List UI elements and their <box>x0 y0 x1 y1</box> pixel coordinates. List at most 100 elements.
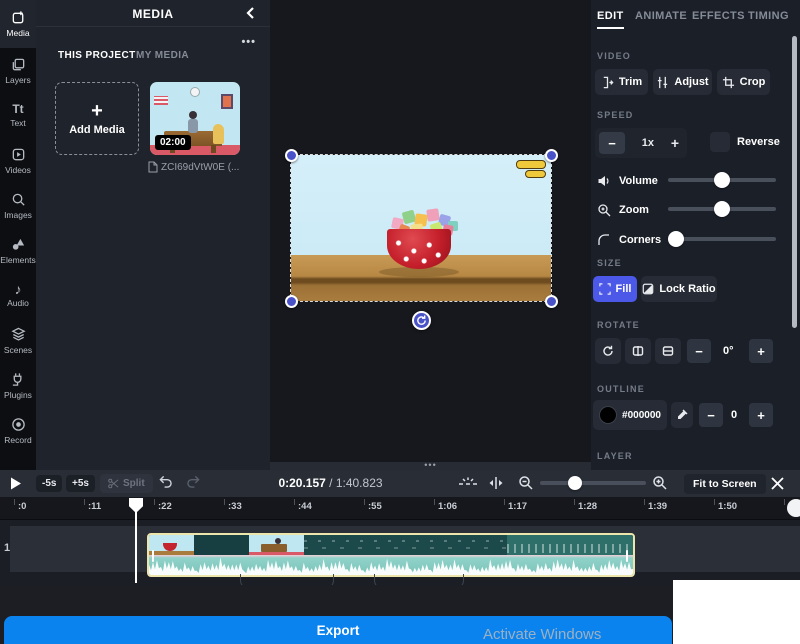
clip-frame <box>149 535 194 555</box>
snap-toggle-icon[interactable] <box>458 475 478 491</box>
sidebar-item-record[interactable]: Record <box>0 408 36 453</box>
tab-effects[interactable]: EFFECTS <box>692 10 745 22</box>
speed-minus-button[interactable]: − <box>599 132 625 154</box>
thumb-character <box>188 119 198 133</box>
ruler-tick: :11 <box>88 501 101 512</box>
adjust-icon <box>656 76 669 89</box>
rotate-arrow-icon <box>602 345 614 357</box>
crop-button[interactable]: Crop <box>717 69 770 95</box>
clip-trim-handle-left[interactable] <box>152 550 154 562</box>
close-timeline-icon[interactable] <box>770 476 785 491</box>
zoom-slider-thumb[interactable] <box>714 201 730 217</box>
outline-minus-button[interactable]: − <box>699 403 723 427</box>
timeline-zoom-slider[interactable] <box>540 476 646 490</box>
tab-my-media[interactable]: MY MEDIA <box>136 50 189 61</box>
zoom-in-icon[interactable] <box>652 475 667 490</box>
add-media-button[interactable]: + Add Media <box>55 82 139 155</box>
reverse-checkbox[interactable] <box>710 132 730 152</box>
section-outline: OUTLINE <box>597 384 645 394</box>
media-panel: MEDIA ••• THIS PROJECT MY MEDIA + Add Me… <box>36 0 270 470</box>
outline-plus-button[interactable]: + <box>749 403 773 427</box>
outline-color-button[interactable]: #000000 <box>593 400 667 430</box>
tab-animate[interactable]: ANIMATE <box>635 10 687 22</box>
ruler-tick: 1:50 <box>718 501 737 512</box>
split-view-icon[interactable] <box>487 475 505 491</box>
watermark-logo <box>516 160 546 169</box>
section-speed: SPEED <box>597 110 634 120</box>
sidebar-item-text[interactable]: Tt Text <box>0 93 36 138</box>
play-button[interactable] <box>10 477 22 490</box>
sidebar-item-layers[interactable]: Layers <box>0 48 36 93</box>
inspector-scrollbar[interactable] <box>792 36 797 328</box>
sidebar-item-audio[interactable]: ♪ Audio <box>0 273 36 318</box>
tab-timing[interactable]: TIMING <box>748 10 789 22</box>
skip-forward-button[interactable]: +5s <box>66 475 95 492</box>
rotate-icon <box>416 315 427 326</box>
corners-slider[interactable] <box>668 231 776 247</box>
clip-waveform <box>149 555 633 575</box>
sidebar-item-images[interactable]: Images <box>0 183 36 228</box>
rotate-90-button[interactable] <box>595 338 621 364</box>
corners-slider-thumb[interactable] <box>668 231 684 247</box>
ruler-tick: :0 <box>18 501 26 512</box>
rotate-plus-button[interactable]: + <box>749 339 773 363</box>
ruler-tick: :22 <box>158 501 172 512</box>
lock-ratio-button[interactable]: Lock Ratio <box>641 276 717 302</box>
video-preview[interactable] <box>291 155 551 301</box>
sidebar-item-media[interactable]: Media <box>0 0 36 48</box>
activate-windows-watermark: Activate Windows <box>483 626 601 643</box>
tool-rail: Media Layers Tt Text Videos Images Eleme… <box>0 0 36 470</box>
selection-handle-bottom-right[interactable] <box>545 295 558 308</box>
zoom-label: Zoom <box>619 204 649 216</box>
ruler-tick: 1:28 <box>578 501 597 512</box>
clip-trim-handle-right[interactable] <box>626 550 628 562</box>
flip-vertical-button[interactable] <box>655 338 681 364</box>
ruler-scroll-thumb[interactable] <box>787 499 800 517</box>
zoom-out-icon[interactable] <box>518 475 533 490</box>
sidebar-item-plugins[interactable]: Plugins <box>0 363 36 408</box>
rotate-minus-button[interactable]: − <box>687 339 711 363</box>
zoom-slider[interactable] <box>668 201 776 217</box>
eyedropper-button[interactable] <box>671 402 693 428</box>
section-layer: LAYER <box>597 451 633 461</box>
skip-back-button[interactable]: -5s <box>36 475 62 492</box>
volume-slider[interactable] <box>668 172 776 188</box>
adjust-button[interactable]: Adjust <box>653 69 712 95</box>
trim-button[interactable]: Trim <box>595 69 648 95</box>
more-options-icon[interactable]: ••• <box>241 36 256 48</box>
preview-canvas[interactable] <box>270 0 591 462</box>
fill-button[interactable]: Fill <box>593 276 637 302</box>
tab-edit[interactable]: EDIT <box>597 10 624 22</box>
ruler-tick: 1:39 <box>648 501 667 512</box>
panel-title: MEDIA <box>36 7 270 21</box>
sidebar-item-videos[interactable]: Videos <box>0 138 36 183</box>
selection-handle-top-left[interactable] <box>285 149 298 162</box>
trim-icon <box>601 76 614 89</box>
timeline-zoom-thumb[interactable] <box>568 476 582 490</box>
rotate-selection-handle[interactable] <box>412 311 431 330</box>
collapse-panel-icon[interactable] <box>244 6 258 20</box>
undo-button[interactable] <box>158 475 173 488</box>
timeline-ruler[interactable]: :0 :11 :22 :33 :44 :55 1:06 1:17 1:28 1:… <box>0 497 800 520</box>
media-thumbnail[interactable]: 02:00 <box>150 82 240 155</box>
sidebar-item-elements[interactable]: Elements <box>0 228 36 273</box>
tab-this-project[interactable]: THIS PROJECT <box>58 50 136 61</box>
selection-handle-top-right[interactable] <box>545 149 558 162</box>
sidebar-item-scenes[interactable]: Scenes <box>0 318 36 363</box>
plus-icon: + <box>91 102 103 120</box>
track-lane[interactable] <box>10 526 800 572</box>
speed-plus-button[interactable]: + <box>671 135 683 151</box>
video-clip[interactable] <box>147 533 635 577</box>
volume-slider-thumb[interactable] <box>714 172 730 188</box>
redo-button[interactable] <box>186 475 201 488</box>
split-button[interactable]: Split <box>100 474 153 493</box>
volume-label: Volume <box>619 175 658 187</box>
panel-resize-handle[interactable]: ••• <box>270 462 591 470</box>
selection-handle-bottom-left[interactable] <box>285 295 298 308</box>
shapes-icon <box>11 237 26 252</box>
clip-frame <box>304 535 507 555</box>
fit-to-screen-button[interactable]: Fit to Screen <box>684 474 766 494</box>
scissors-icon <box>108 478 119 489</box>
ruler-tick: 1:17 <box>508 501 527 512</box>
flip-horizontal-button[interactable] <box>625 338 651 364</box>
